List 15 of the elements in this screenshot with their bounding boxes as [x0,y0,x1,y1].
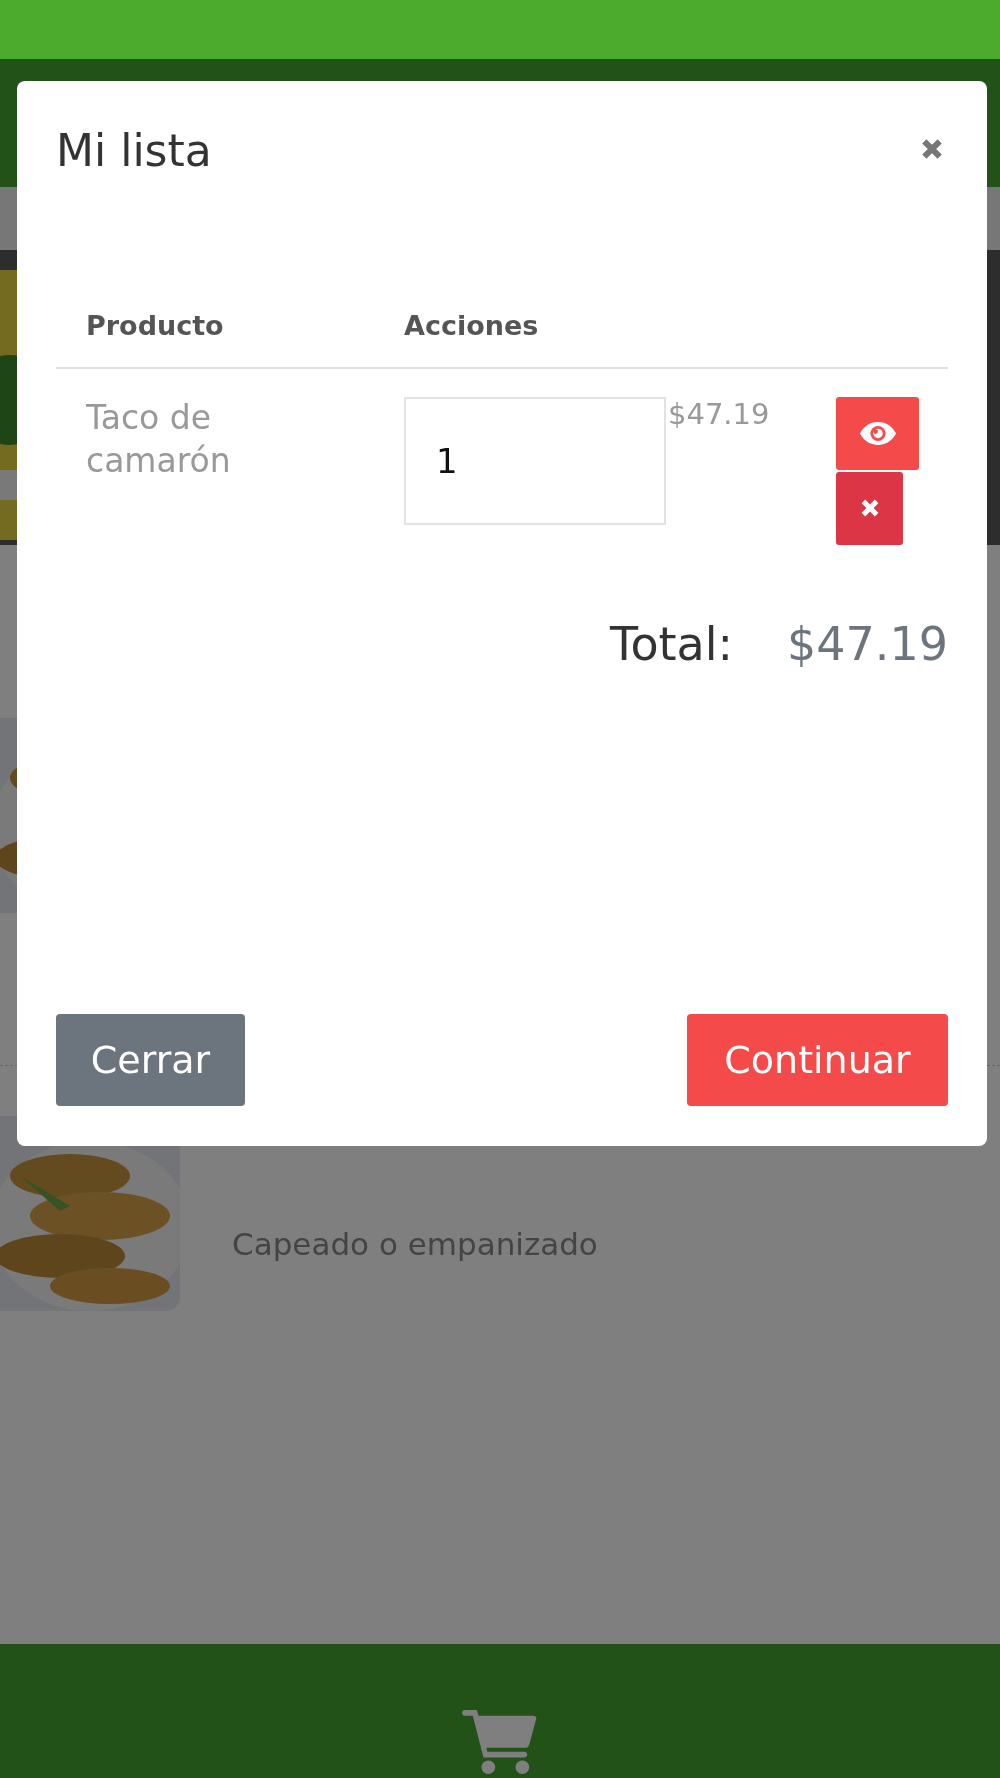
continue-button[interactable]: Continuar [687,1014,948,1106]
remove-button[interactable] [836,471,903,545]
product-name: Taco de camarón [85,396,232,482]
view-button[interactable] [836,396,919,470]
column-header: Acciones [404,309,540,343]
cart-icon[interactable] [461,1708,539,1776]
item-price: $47.19 [667,396,771,433]
close-button[interactable]: Cerrar [56,1014,245,1106]
modal-title: Mi lista [56,125,212,178]
quantity-field[interactable]: 1 [404,396,666,525]
total-label: Total: [610,616,734,671]
product-description: Capeado o empanizado [232,1226,599,1262]
column-header: Producto [85,309,225,343]
eye-icon [858,420,897,446]
total-amount: $47.19 [787,616,948,671]
